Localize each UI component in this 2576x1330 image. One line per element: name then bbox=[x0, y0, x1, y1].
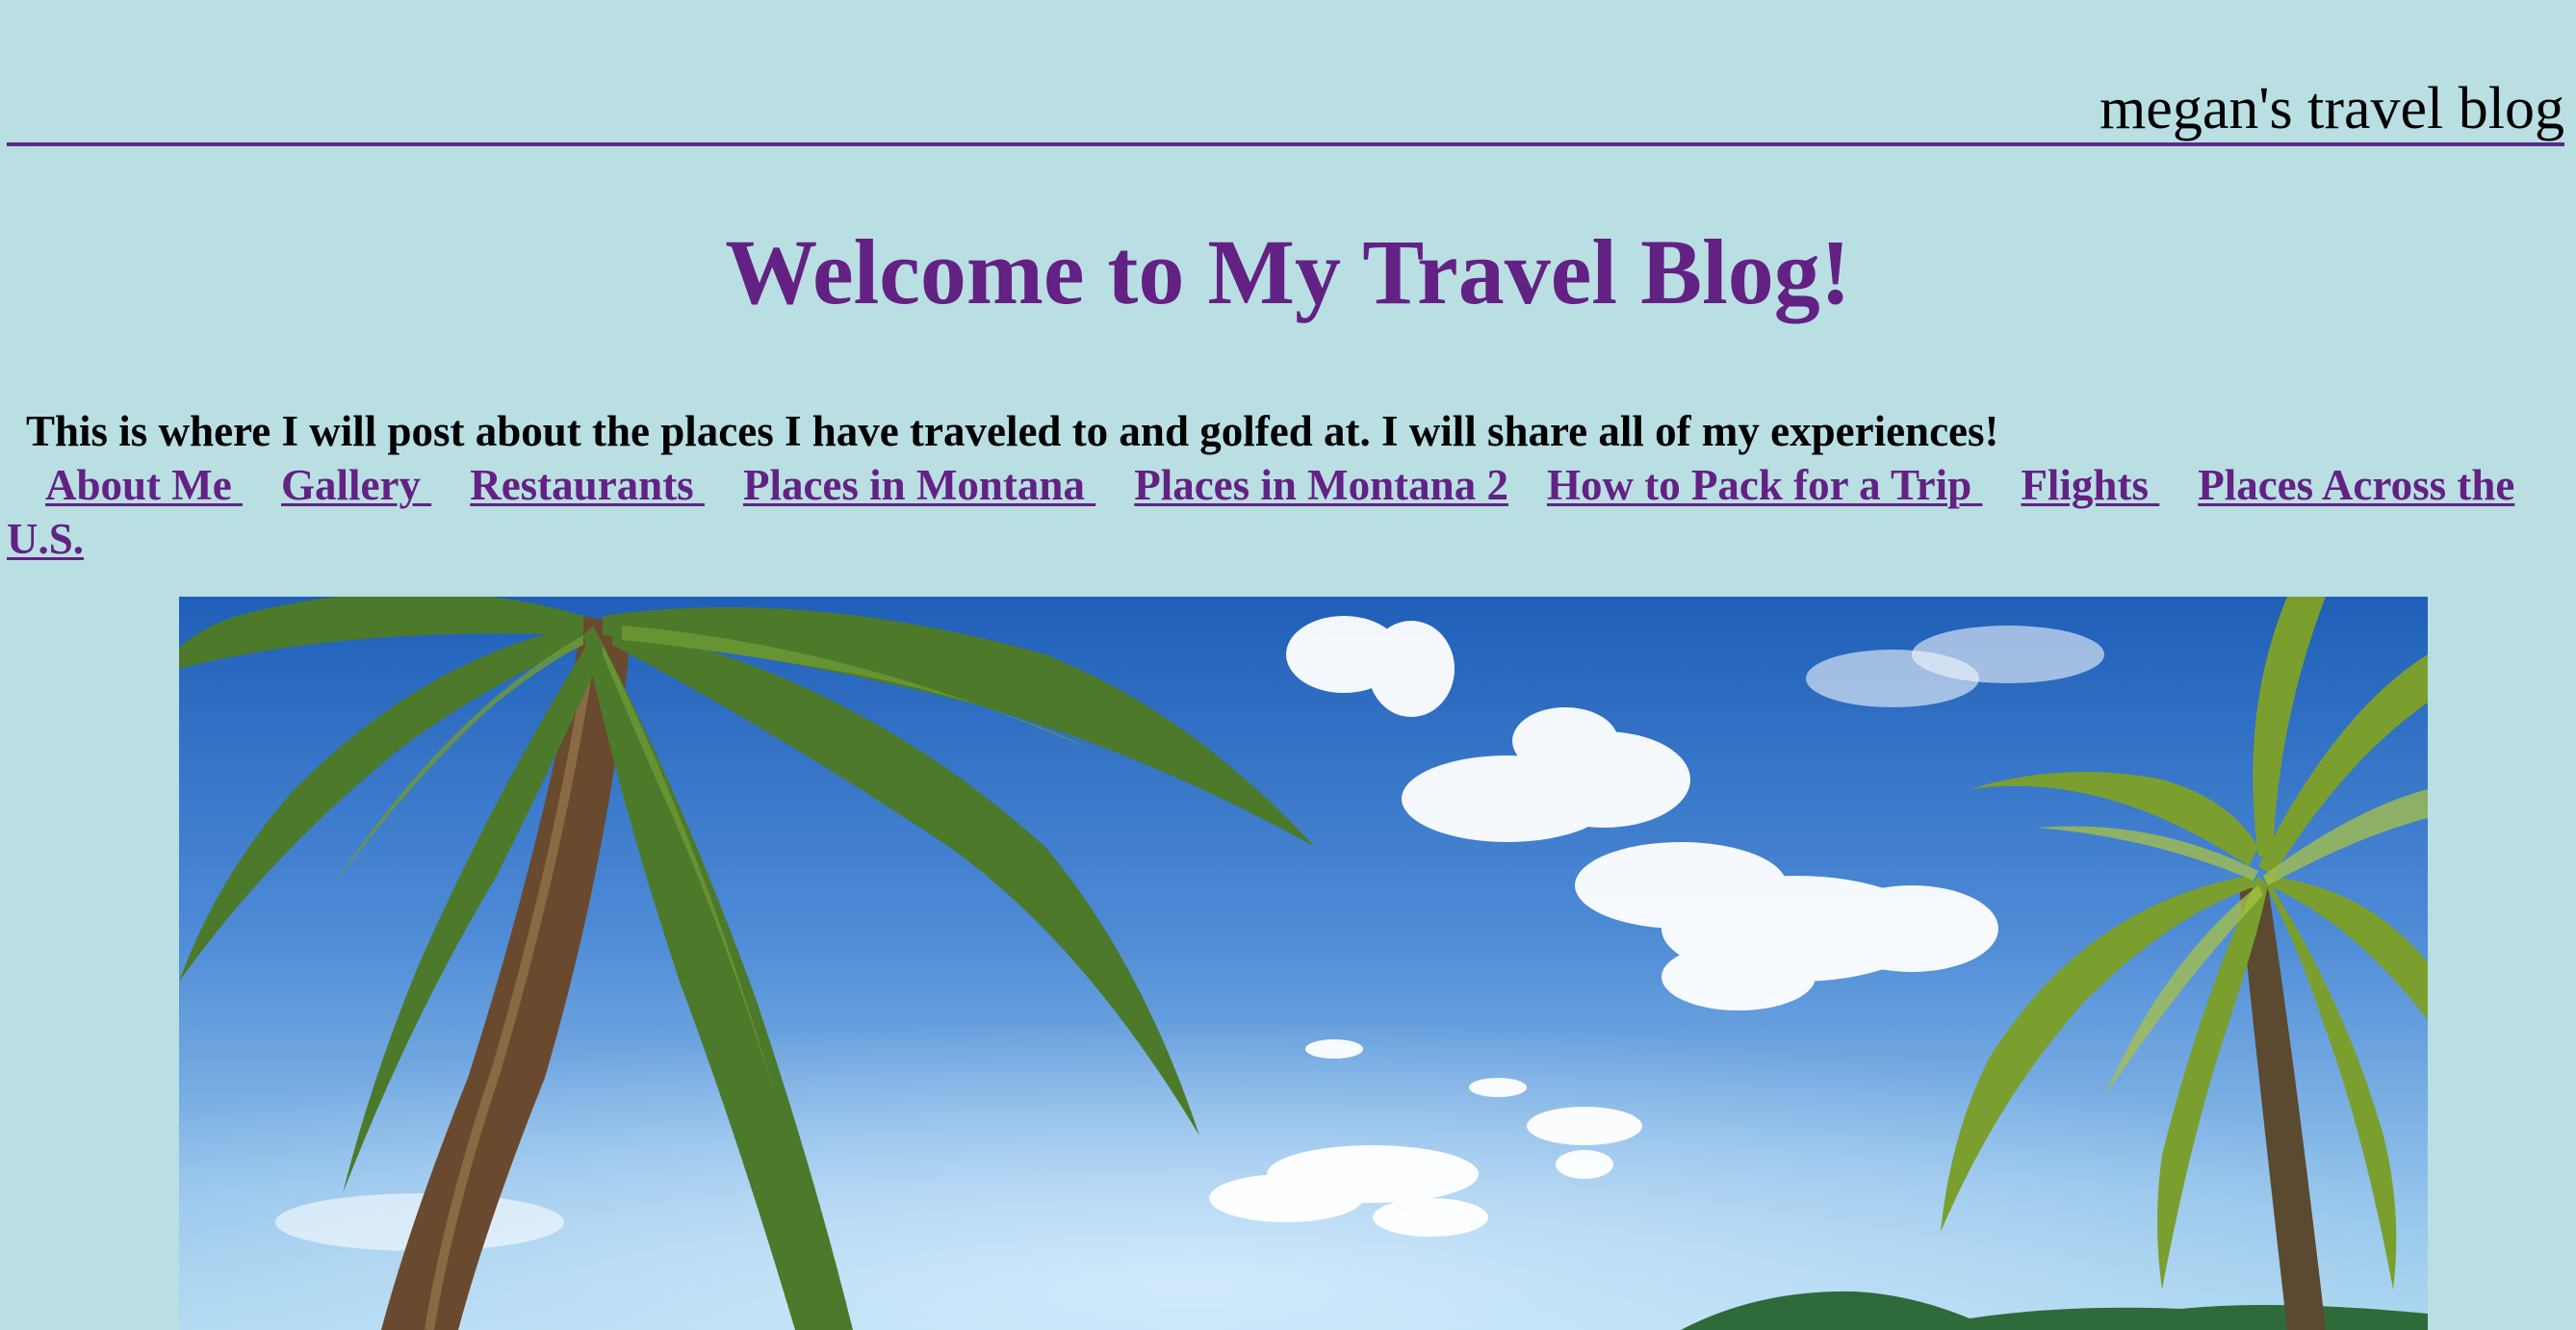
nav-link-places-in-montana-2[interactable]: Places in Montana 2 bbox=[1134, 461, 1508, 509]
nav-link-flights[interactable]: Flights bbox=[2021, 461, 2159, 509]
nav-link-gallery[interactable]: Gallery bbox=[281, 461, 431, 509]
main-nav: About Me Gallery Restaurants Places in M… bbox=[7, 458, 2529, 566]
hero-image bbox=[179, 597, 2428, 1330]
nav-link-places-in-montana[interactable]: Places in Montana bbox=[743, 461, 1095, 509]
page-title: Welcome to My Travel Blog! bbox=[725, 220, 1851, 323]
nav-link-how-to-pack[interactable]: How to Pack for a Trip bbox=[1547, 461, 1982, 509]
nav-link-restaurants[interactable]: Restaurants bbox=[470, 461, 705, 509]
nav-link-about-me[interactable]: About Me bbox=[45, 461, 243, 509]
page: megan's travel blog Welcome to My Travel… bbox=[0, 0, 2576, 1330]
intro-text: This is where I will post about the plac… bbox=[26, 407, 1999, 455]
site-name: megan's travel blog bbox=[2099, 76, 2564, 141]
beach-palm-trees-image bbox=[179, 597, 2428, 1330]
site-header: megan's travel blog bbox=[7, 75, 2564, 146]
